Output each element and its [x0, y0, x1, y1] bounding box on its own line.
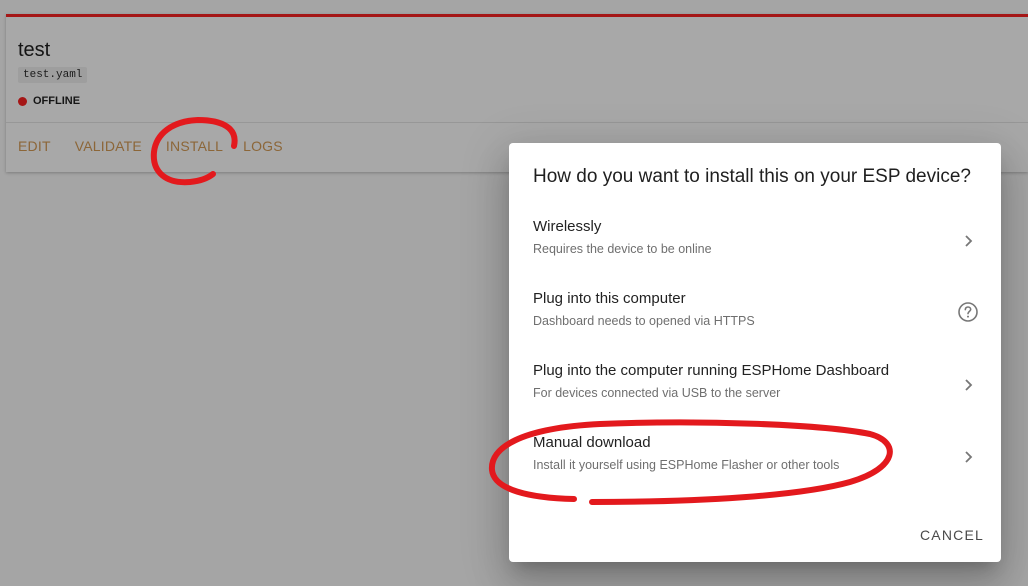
card-divider — [6, 122, 1028, 123]
help-circle-icon[interactable] — [957, 301, 979, 323]
option-label: Manual download — [533, 434, 651, 451]
option-manual-download[interactable]: Manual download Install it yourself usin… — [509, 421, 1001, 493]
chevron-right-icon — [965, 235, 973, 247]
option-description: For devices connected via USB to the ser… — [533, 386, 781, 400]
status-dot-icon — [18, 96, 27, 106]
option-plug-into-this-computer[interactable]: Plug into this computer Dashboard needs … — [509, 277, 1001, 349]
install-button[interactable]: INSTALL — [166, 138, 223, 154]
install-dialog: How do you want to install this on your … — [509, 143, 1001, 562]
status-label: OFFLINE — [33, 95, 81, 107]
cancel-button[interactable]: CANCEL — [920, 527, 984, 543]
device-config-file: test.yaml — [18, 67, 88, 83]
option-description: Install it yourself using ESPHome Flashe… — [533, 458, 840, 472]
device-name: test — [18, 39, 51, 61]
validate-button[interactable]: VALIDATE — [75, 138, 142, 154]
chevron-right-icon — [965, 379, 973, 391]
option-label: Plug into this computer — [533, 290, 686, 307]
option-wirelessly[interactable]: Wirelessly Requires the device to be onl… — [509, 205, 1001, 277]
option-description: Requires the device to be online — [533, 242, 712, 256]
edit-button[interactable]: EDIT — [18, 138, 51, 154]
logs-button[interactable]: LOGS — [243, 138, 283, 154]
option-description: Dashboard needs to opened via HTTPS — [533, 314, 755, 328]
option-label: Plug into the computer running ESPHome D… — [533, 362, 890, 379]
card-actions: EDIT VALIDATE INSTALL LOGS — [18, 138, 307, 154]
option-label: Wirelessly — [533, 218, 602, 235]
dialog-title: How do you want to install this on your … — [533, 166, 971, 187]
chevron-right-icon — [965, 451, 973, 463]
option-plug-into-dashboard-computer[interactable]: Plug into the computer running ESPHome D… — [509, 349, 1001, 421]
device-status: OFFLINE — [18, 95, 80, 107]
